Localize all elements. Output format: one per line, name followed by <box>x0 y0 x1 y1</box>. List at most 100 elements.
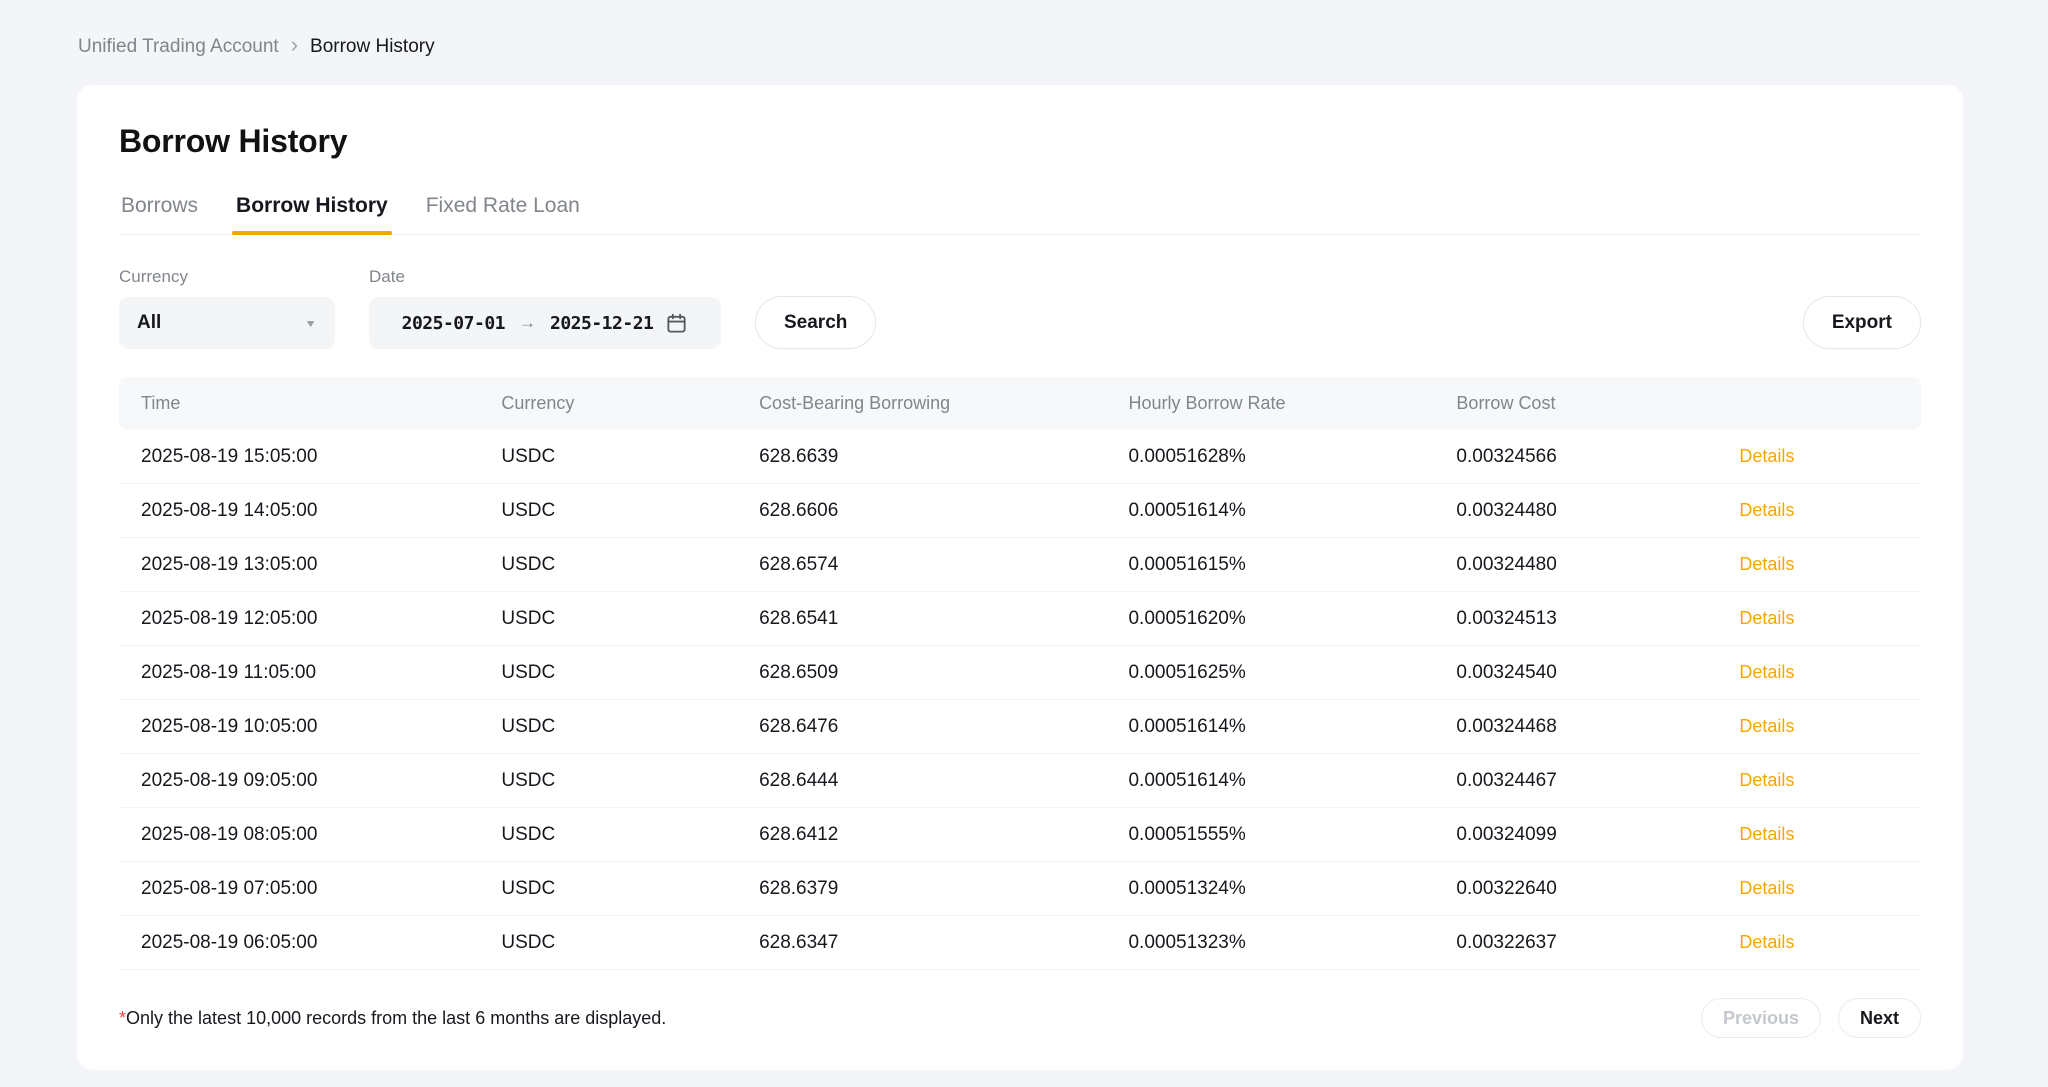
currency-select-value: All <box>137 312 304 334</box>
card-footer: *Only the latest 10,000 records from the… <box>119 998 1921 1038</box>
cell-borrow-cost: 0.00324513 <box>1434 608 1717 630</box>
cell-hourly-borrow-rate: 0.00051323% <box>1106 932 1434 954</box>
breadcrumb-link-unified-trading-account[interactable]: Unified Trading Account <box>78 36 279 58</box>
column-header-cost-bearing-borrowing: Cost-Bearing Borrowing <box>737 393 1106 414</box>
column-header-time: Time <box>119 393 479 414</box>
arrow-right-icon: → <box>519 313 536 333</box>
cell-time: 2025-08-19 14:05:00 <box>119 500 479 522</box>
cell-time: 2025-08-19 15:05:00 <box>119 446 479 468</box>
cell-hourly-borrow-rate: 0.00051614% <box>1106 770 1434 792</box>
tab-fixed-rate-loan-label: Fixed Rate Loan <box>426 194 580 217</box>
details-link[interactable]: Details <box>1739 716 1794 736</box>
cell-time: 2025-08-19 11:05:00 <box>119 662 479 684</box>
tab-borrow-history[interactable]: Borrow History <box>234 186 390 234</box>
details-link[interactable]: Details <box>1739 608 1794 628</box>
cell-cost-bearing-borrowing: 628.6606 <box>737 500 1106 522</box>
borrow-history-card: Borrow History Borrows Borrow History Fi… <box>77 85 1963 1070</box>
cell-time: 2025-08-19 12:05:00 <box>119 608 479 630</box>
cell-currency: USDC <box>479 662 737 684</box>
table-row: 2025-08-19 11:05:00 USDC 628.6509 0.0005… <box>119 646 1921 700</box>
cell-currency: USDC <box>479 878 737 900</box>
breadcrumb-current-borrow-history: Borrow History <box>310 36 435 58</box>
cell-time: 2025-08-19 08:05:00 <box>119 824 479 846</box>
cell-time: 2025-08-19 10:05:00 <box>119 716 479 738</box>
cell-hourly-borrow-rate: 0.00051620% <box>1106 608 1434 630</box>
cell-cost-bearing-borrowing: 628.6412 <box>737 824 1106 846</box>
cell-hourly-borrow-rate: 0.00051628% <box>1106 446 1434 468</box>
currency-filter-group: Currency All ▼ <box>119 267 335 349</box>
table-row: 2025-08-19 15:05:00 USDC 628.6639 0.0005… <box>119 430 1921 484</box>
cell-hourly-borrow-rate: 0.00051625% <box>1106 662 1434 684</box>
cell-borrow-cost: 0.00324480 <box>1434 500 1717 522</box>
cell-cost-bearing-borrowing: 628.6639 <box>737 446 1106 468</box>
records-limit-note: *Only the latest 10,000 records from the… <box>119 1008 666 1029</box>
borrow-history-table: Time Currency Cost-Bearing Borrowing Hou… <box>119 377 1921 970</box>
date-range-start[interactable]: 2025-07-01 <box>402 313 505 334</box>
cell-hourly-borrow-rate: 0.00051615% <box>1106 554 1434 576</box>
column-header-borrow-cost: Borrow Cost <box>1434 393 1717 414</box>
tab-borrow-history-label: Borrow History <box>236 194 388 217</box>
details-link[interactable]: Details <box>1739 878 1794 898</box>
details-link[interactable]: Details <box>1739 446 1794 466</box>
cell-currency: USDC <box>479 554 737 576</box>
tab-borrows[interactable]: Borrows <box>119 186 200 234</box>
breadcrumb: Unified Trading Account › Borrow History <box>0 0 2048 59</box>
cell-borrow-cost: 0.00324467 <box>1434 770 1717 792</box>
details-link[interactable]: Details <box>1739 770 1794 790</box>
date-range-end[interactable]: 2025-12-21 <box>550 313 653 334</box>
cell-cost-bearing-borrowing: 628.6444 <box>737 770 1106 792</box>
table-row: 2025-08-19 07:05:00 USDC 628.6379 0.0005… <box>119 862 1921 916</box>
cell-currency: USDC <box>479 932 737 954</box>
cell-currency: USDC <box>479 716 737 738</box>
next-page-button[interactable]: Next <box>1838 998 1921 1038</box>
table-row: 2025-08-19 12:05:00 USDC 628.6541 0.0005… <box>119 592 1921 646</box>
previous-page-button[interactable]: Previous <box>1701 998 1821 1038</box>
tab-bar: Borrows Borrow History Fixed Rate Loan <box>119 186 1921 235</box>
cell-time: 2025-08-19 07:05:00 <box>119 878 479 900</box>
cell-time: 2025-08-19 09:05:00 <box>119 770 479 792</box>
cell-currency: USDC <box>479 500 737 522</box>
details-link[interactable]: Details <box>1739 824 1794 844</box>
cell-borrow-cost: 0.00324099 <box>1434 824 1717 846</box>
table-row: 2025-08-19 14:05:00 USDC 628.6606 0.0005… <box>119 484 1921 538</box>
cell-currency: USDC <box>479 770 737 792</box>
export-button[interactable]: Export <box>1803 296 1921 349</box>
filter-bar: Currency All ▼ Date 2025-07-01 → 2025-12… <box>119 267 1921 349</box>
search-button[interactable]: Search <box>755 296 876 349</box>
details-link[interactable]: Details <box>1739 554 1794 574</box>
currency-select[interactable]: All ▼ <box>119 297 335 349</box>
date-range-picker[interactable]: 2025-07-01 → 2025-12-21 <box>369 297 721 349</box>
cell-cost-bearing-borrowing: 628.6541 <box>737 608 1106 630</box>
cell-currency: USDC <box>479 824 737 846</box>
cell-currency: USDC <box>479 608 737 630</box>
table-row: 2025-08-19 10:05:00 USDC 628.6476 0.0005… <box>119 700 1921 754</box>
date-filter-group: Date 2025-07-01 → 2025-12-21 <box>369 267 721 349</box>
cell-time: 2025-08-19 13:05:00 <box>119 554 479 576</box>
cell-time: 2025-08-19 06:05:00 <box>119 932 479 954</box>
cell-borrow-cost: 0.00322637 <box>1434 932 1717 954</box>
details-link[interactable]: Details <box>1739 500 1794 520</box>
cell-borrow-cost: 0.00322640 <box>1434 878 1717 900</box>
details-link[interactable]: Details <box>1739 932 1794 952</box>
details-link[interactable]: Details <box>1739 662 1794 682</box>
table-row: 2025-08-19 13:05:00 USDC 628.6574 0.0005… <box>119 538 1921 592</box>
table-row: 2025-08-19 06:05:00 USDC 628.6347 0.0005… <box>119 916 1921 970</box>
table-header-row: Time Currency Cost-Bearing Borrowing Hou… <box>119 377 1921 430</box>
required-asterisk: * <box>119 1008 126 1028</box>
cell-borrow-cost: 0.00324566 <box>1434 446 1717 468</box>
records-limit-note-text: Only the latest 10,000 records from the … <box>126 1008 666 1028</box>
tab-borrows-label: Borrows <box>121 194 198 217</box>
cell-cost-bearing-borrowing: 628.6347 <box>737 932 1106 954</box>
column-header-currency: Currency <box>479 393 737 414</box>
cell-borrow-cost: 0.00324480 <box>1434 554 1717 576</box>
pagination: Previous Next <box>1701 998 1921 1038</box>
cell-cost-bearing-borrowing: 628.6574 <box>737 554 1106 576</box>
cell-hourly-borrow-rate: 0.00051614% <box>1106 500 1434 522</box>
chevron-right-icon: › <box>291 34 298 59</box>
column-header-hourly-borrow-rate: Hourly Borrow Rate <box>1106 393 1434 414</box>
currency-filter-label: Currency <box>119 267 335 287</box>
cell-borrow-cost: 0.00324540 <box>1434 662 1717 684</box>
table-row: 2025-08-19 08:05:00 USDC 628.6412 0.0005… <box>119 808 1921 862</box>
chevron-down-icon: ▼ <box>304 317 317 329</box>
tab-fixed-rate-loan[interactable]: Fixed Rate Loan <box>424 186 582 234</box>
